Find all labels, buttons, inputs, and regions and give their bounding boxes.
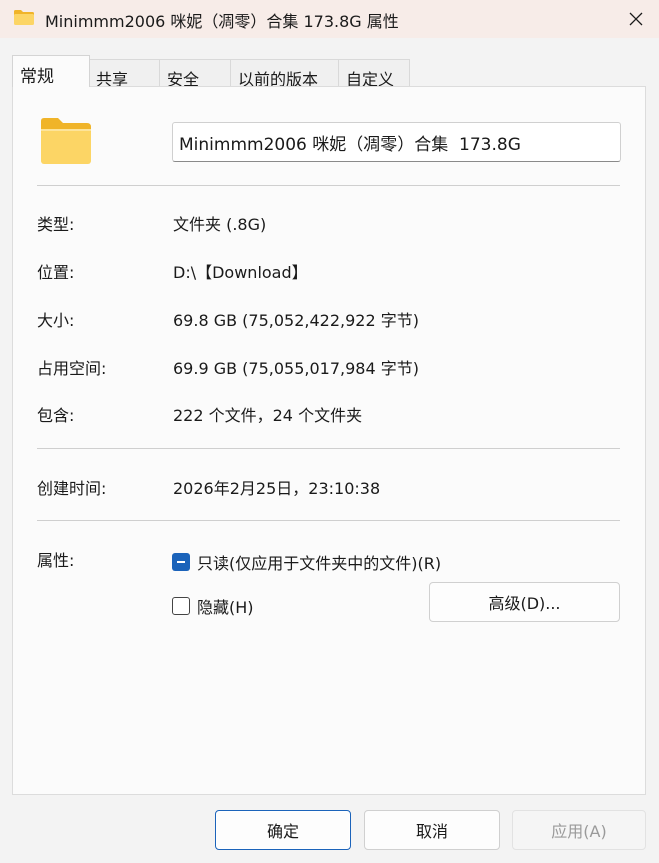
divider [37, 520, 620, 521]
created-label: 创建时间: [37, 479, 107, 498]
size-on-disk-value: 69.9 GB (75,055,017,984 字节) [173, 359, 419, 378]
location-value: D:\【Download】 [173, 263, 308, 282]
advanced-button[interactable]: 高级(D)... [429, 582, 620, 622]
size-label: 大小: [37, 311, 75, 330]
tab-customize[interactable]: 自定义 [338, 59, 410, 89]
attributes-label: 属性: [37, 551, 75, 570]
title-bar: Minimmm2006 咪妮（凋零）合集 173.8G 属性 [0, 0, 659, 38]
type-value: 文件夹 (.8G) [173, 215, 267, 234]
large-folder-icon [41, 118, 91, 164]
ok-button[interactable]: 确定 [215, 810, 351, 850]
window-title: Minimmm2006 咪妮（凋零）合集 173.8G 属性 [45, 12, 399, 31]
readonly-checkbox[interactable]: 只读(仅应用于文件夹中的文件)(R) [172, 550, 441, 574]
close-icon [629, 12, 643, 26]
size-value: 69.8 GB (75,052,422,922 字节) [173, 311, 419, 330]
size-on-disk-label: 占用空间: [37, 359, 107, 378]
divider [37, 448, 620, 449]
apply-button[interactable]: 应用(A) [512, 810, 646, 850]
cancel-button[interactable]: 取消 [364, 810, 500, 850]
general-panel [12, 86, 646, 795]
checkbox-unchecked-icon [172, 597, 190, 615]
hidden-label: 隐藏(H) [197, 598, 254, 617]
tab-strip: 常规 共享 安全 以前的版本 自定义 [0, 55, 659, 89]
folder-icon [14, 10, 34, 25]
tab-previous-versions[interactable]: 以前的版本 [230, 59, 339, 89]
checkbox-indeterminate-icon [172, 553, 190, 571]
contains-value: 222 个文件，24 个文件夹 [173, 406, 363, 425]
contains-label: 包含: [37, 406, 75, 425]
hidden-checkbox[interactable]: 隐藏(H) [172, 594, 254, 618]
location-label: 位置: [37, 263, 75, 282]
tab-general[interactable]: 常规 [12, 55, 90, 87]
folder-name-input[interactable] [172, 122, 621, 162]
tab-security[interactable]: 安全 [159, 59, 231, 89]
close-button[interactable] [613, 0, 659, 38]
type-label: 类型: [37, 215, 75, 234]
readonly-label: 只读(仅应用于文件夹中的文件)(R) [197, 554, 442, 573]
divider [37, 185, 620, 186]
created-value: 2026年2月25日，23:10:38 [173, 479, 381, 498]
tab-sharing[interactable]: 共享 [88, 59, 160, 89]
